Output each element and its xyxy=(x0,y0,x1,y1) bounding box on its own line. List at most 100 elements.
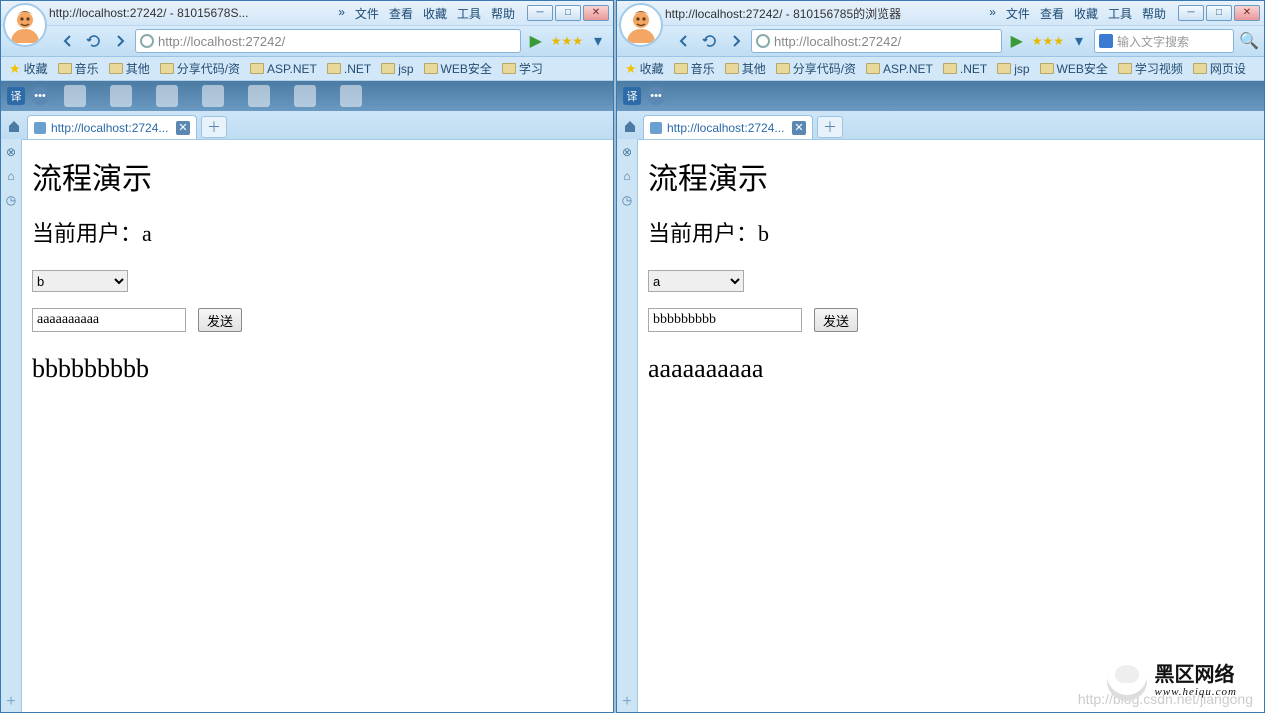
menu-help[interactable]: 帮助 xyxy=(491,5,515,22)
bookmark-music[interactable]: 音乐 xyxy=(58,60,99,77)
bookmark-fav[interactable]: ★收藏 xyxy=(625,60,664,77)
dropdown-icon[interactable]: ▾ xyxy=(1068,30,1090,52)
go-icon[interactable]: ▶ xyxy=(1006,30,1028,52)
minimize-button[interactable]: ─ xyxy=(527,5,553,21)
bookmark-net[interactable]: .NET xyxy=(327,62,371,76)
desktop-shortcut xyxy=(331,83,371,109)
close-button[interactable]: ✕ xyxy=(583,5,609,21)
bookmark-other[interactable]: 其他 xyxy=(109,60,150,77)
new-tab-button[interactable]: ＋ xyxy=(817,116,843,138)
rail-stop-icon[interactable]: ⊗ xyxy=(622,145,632,159)
menu-tools[interactable]: 工具 xyxy=(457,5,481,22)
rail-stop-icon[interactable]: ⊗ xyxy=(6,145,16,159)
message-input[interactable] xyxy=(32,308,186,332)
back-icon[interactable] xyxy=(57,30,79,52)
tab-strip: http://localhost:2724... ✕ ＋ xyxy=(1,111,613,139)
search-go-icon[interactable]: 🔍 xyxy=(1238,30,1260,52)
bookmark-websec[interactable]: WEB安全 xyxy=(424,60,492,77)
menu-fav[interactable]: 收藏 xyxy=(423,5,447,22)
bookmark-share[interactable]: 分享代码/资 xyxy=(160,60,240,77)
back-icon[interactable] xyxy=(673,30,695,52)
recipient-select[interactable]: b xyxy=(32,270,128,292)
rail-home-icon[interactable]: ⌂ xyxy=(7,169,14,183)
desktop-shortcut xyxy=(147,83,187,109)
dropdown-icon[interactable]: ▾ xyxy=(587,30,609,52)
mode-badge[interactable]: 译 xyxy=(7,87,25,105)
new-tab-button[interactable]: ＋ xyxy=(201,116,227,138)
search-box[interactable]: 输入文字搜索 xyxy=(1094,29,1234,53)
add-panel-icon[interactable]: + xyxy=(619,694,635,710)
bookmark-studyvid[interactable]: 学习视频 xyxy=(1118,60,1183,77)
rail-history-icon[interactable]: ◷ xyxy=(622,193,632,207)
menu-file[interactable]: 文件 xyxy=(355,5,379,22)
more-dots-icon[interactable]: ••• xyxy=(647,87,665,105)
page-heading: 流程演示 xyxy=(32,154,603,198)
bookmark-asp[interactable]: ASP.NET xyxy=(866,62,933,76)
home-icon[interactable] xyxy=(621,117,639,135)
current-user-line: 当前用户：b xyxy=(648,216,1254,248)
go-icon[interactable]: ▶ xyxy=(525,30,547,52)
bookmark-jsp[interactable]: jsp xyxy=(381,62,413,76)
more-dots-icon[interactable]: ••• xyxy=(31,87,49,105)
forward-icon[interactable] xyxy=(725,30,747,52)
forward-icon[interactable] xyxy=(109,30,131,52)
tab-localhost[interactable]: http://localhost:2724... ✕ xyxy=(27,115,197,139)
refresh-icon[interactable] xyxy=(83,30,105,52)
url-text: http://localhost:27242/ xyxy=(158,34,285,49)
bookmark-asp[interactable]: ASP.NET xyxy=(250,62,317,76)
maximize-button[interactable]: □ xyxy=(1206,5,1232,21)
rating-stars[interactable]: ★★★ xyxy=(551,34,583,48)
folder-icon xyxy=(109,63,123,74)
bookmarks-bar: ★收藏 音乐 其他 分享代码/资 ASP.NET .NET jsp WEB安全 … xyxy=(1,57,613,81)
message-input[interactable] xyxy=(648,308,802,332)
bookmark-fav[interactable]: ★收藏 xyxy=(9,60,48,77)
bookmark-music[interactable]: 音乐 xyxy=(674,60,715,77)
menu-view[interactable]: 查看 xyxy=(389,5,413,22)
folder-icon xyxy=(943,63,957,74)
tab-close-icon[interactable]: ✕ xyxy=(176,121,190,135)
side-rail: ⊗ ⌂ ◷ xyxy=(1,139,21,712)
add-panel-icon[interactable]: + xyxy=(3,694,19,710)
side-rail: ⊗ ⌂ ◷ xyxy=(617,139,637,712)
avatar[interactable] xyxy=(619,3,663,47)
bookmark-jsp[interactable]: jsp xyxy=(997,62,1029,76)
search-engine-icon xyxy=(1099,34,1113,48)
menu-view[interactable]: 查看 xyxy=(1040,5,1064,22)
send-button[interactable]: 发送 xyxy=(198,308,242,332)
mode-badge[interactable]: 译 xyxy=(623,87,641,105)
bookmark-other[interactable]: 其他 xyxy=(725,60,766,77)
title-bar: http://localhost:27242/ - 810156785的浏览器 … xyxy=(617,1,1264,25)
bookmark-websec[interactable]: WEB安全 xyxy=(1040,60,1108,77)
desktop-shortcut xyxy=(285,83,325,109)
menu-file[interactable]: 文件 xyxy=(1006,5,1030,22)
bookmark-webpage[interactable]: 网页设 xyxy=(1193,60,1246,77)
home-icon[interactable] xyxy=(5,117,23,135)
recipient-select[interactable]: a xyxy=(648,270,744,292)
refresh-icon[interactable] xyxy=(699,30,721,52)
close-button[interactable]: ✕ xyxy=(1234,5,1260,21)
search-placeholder: 输入文字搜索 xyxy=(1117,33,1189,50)
rating-stars[interactable]: ★★★ xyxy=(1032,34,1064,48)
minimize-button[interactable]: ─ xyxy=(1178,5,1204,21)
avatar[interactable] xyxy=(3,3,47,47)
tab-close-icon[interactable]: ✕ xyxy=(792,121,806,135)
nav-bar: http://localhost:27242/ ▶ ★★★ ▾ xyxy=(1,25,613,57)
desktop-strip: 译 ••• xyxy=(1,81,613,111)
bookmark-net[interactable]: .NET xyxy=(943,62,987,76)
bookmark-study[interactable]: 学习 xyxy=(502,60,543,77)
tab-localhost[interactable]: http://localhost:2724... ✕ xyxy=(643,115,813,139)
tab-strip: http://localhost:2724... ✕ ＋ xyxy=(617,111,1264,139)
menu-tools[interactable]: 工具 xyxy=(1108,5,1132,22)
address-bar[interactable]: http://localhost:27242/ xyxy=(751,29,1002,53)
menu-fav[interactable]: 收藏 xyxy=(1074,5,1098,22)
rail-home-icon[interactable]: ⌂ xyxy=(623,169,630,183)
bookmark-share[interactable]: 分享代码/资 xyxy=(776,60,856,77)
menu-help[interactable]: 帮助 xyxy=(1142,5,1166,22)
maximize-button[interactable]: □ xyxy=(555,5,581,21)
address-bar[interactable]: http://localhost:27242/ xyxy=(135,29,521,53)
send-button[interactable]: 发送 xyxy=(814,308,858,332)
menu-more[interactable]: » xyxy=(338,5,345,22)
mushroom-icon xyxy=(1107,661,1147,701)
rail-history-icon[interactable]: ◷ xyxy=(6,193,16,207)
menu-more[interactable]: » xyxy=(989,5,996,22)
